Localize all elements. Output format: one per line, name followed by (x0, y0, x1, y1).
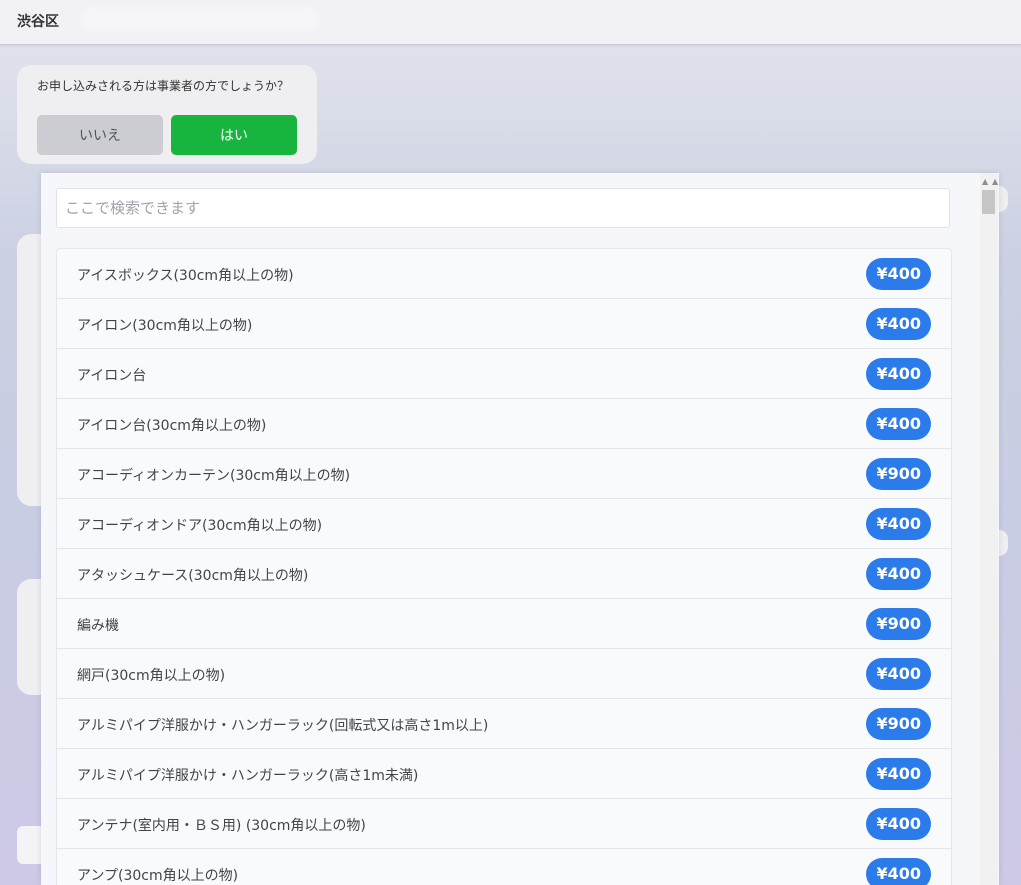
item-name: 網戸(30cm角以上の物) (77, 668, 226, 684)
scrollbar-track[interactable] (980, 173, 998, 885)
question-text: お申し込みされる方は事業者の方でしょうか？ (37, 79, 290, 93)
list-item[interactable]: アコーディオンカーテン(30cm角以上の物) ¥900 (57, 449, 951, 499)
item-name: アコーディオンドア(30cm角以上の物) (77, 518, 323, 534)
no-button[interactable]: いいえ (37, 115, 163, 155)
scroll-up-arrow-icon[interactable]: ▲ (982, 177, 988, 186)
header-bar: 渋谷区 (0, 0, 1021, 45)
price-badge: ¥900 (866, 708, 931, 740)
item-name: アタッシュケース(30cm角以上の物) (77, 568, 309, 584)
list-item[interactable]: 網戸(30cm角以上の物) ¥400 (57, 649, 951, 699)
header-blurred-text (80, 8, 320, 30)
item-name: アンプ(30cm角以上の物) (77, 868, 239, 884)
list-item[interactable]: アイロン(30cm角以上の物) ¥400 (57, 299, 951, 349)
list-item[interactable]: アコーディオンドア(30cm角以上の物) ¥400 (57, 499, 951, 549)
item-name: 編み機 (77, 618, 119, 634)
list-item[interactable]: アタッシュケース(30cm角以上の物) ¥400 (57, 549, 951, 599)
scroll-up-arrow-icon[interactable]: ▲ (992, 177, 998, 186)
header-title: 渋谷区 (17, 14, 59, 30)
item-list: アイスボックス(30cm角以上の物) ¥400 アイロン(30cm角以上の物) … (56, 248, 952, 885)
price-badge: ¥900 (866, 458, 931, 490)
yes-button[interactable]: はい (171, 115, 297, 155)
item-name: アイロン台 (77, 368, 147, 384)
item-name: アコーディオンカーテン(30cm角以上の物) (77, 468, 351, 484)
price-badge: ¥400 (866, 658, 931, 690)
item-name: アイロン台(30cm角以上の物) (77, 418, 267, 434)
scrollbar[interactable]: ▲ ▲ (969, 173, 999, 885)
price-badge: ¥400 (866, 408, 931, 440)
price-badge: ¥400 (866, 308, 931, 340)
list-item[interactable]: アイロン台(30cm角以上の物) ¥400 (57, 399, 951, 449)
search-input[interactable] (56, 188, 950, 228)
item-name: アンテナ(室内用・ＢＳ用) (30cm角以上の物) (77, 818, 366, 834)
item-selection-panel: アイスボックス(30cm角以上の物) ¥400 アイロン(30cm角以上の物) … (41, 173, 999, 885)
list-item[interactable]: アイスボックス(30cm角以上の物) ¥400 (57, 249, 951, 299)
list-item[interactable]: 編み機 ¥900 (57, 599, 951, 649)
list-item[interactable]: アイロン台 ¥400 (57, 349, 951, 399)
price-badge: ¥400 (866, 758, 931, 790)
list-item[interactable]: アルミパイプ洋服かけ・ハンガーラック(高さ1m未満) ¥400 (57, 749, 951, 799)
question-bubble: お申し込みされる方は事業者の方でしょうか？ いいえ はい (17, 65, 317, 164)
item-name: アイロン(30cm角以上の物) (77, 318, 253, 334)
price-badge: ¥400 (866, 858, 931, 885)
scrollbar-thumb[interactable] (982, 190, 995, 214)
list-item[interactable]: アンプ(30cm角以上の物) ¥400 (57, 849, 951, 885)
list-item[interactable]: アンテナ(室内用・ＢＳ用) (30cm角以上の物) ¥400 (57, 799, 951, 849)
price-badge: ¥400 (866, 508, 931, 540)
item-name: アルミパイプ洋服かけ・ハンガーラック(回転式又は高さ1m以上) (77, 718, 489, 734)
price-badge: ¥400 (866, 258, 931, 290)
price-badge: ¥400 (866, 558, 931, 590)
price-badge: ¥900 (866, 608, 931, 640)
item-name: アイスボックス(30cm角以上の物) (77, 268, 294, 284)
price-badge: ¥400 (866, 808, 931, 840)
item-name: アルミパイプ洋服かけ・ハンガーラック(高さ1m未満) (77, 768, 419, 784)
list-item[interactable]: アルミパイプ洋服かけ・ハンガーラック(回転式又は高さ1m以上) ¥900 (57, 699, 951, 749)
price-badge: ¥400 (866, 358, 931, 390)
